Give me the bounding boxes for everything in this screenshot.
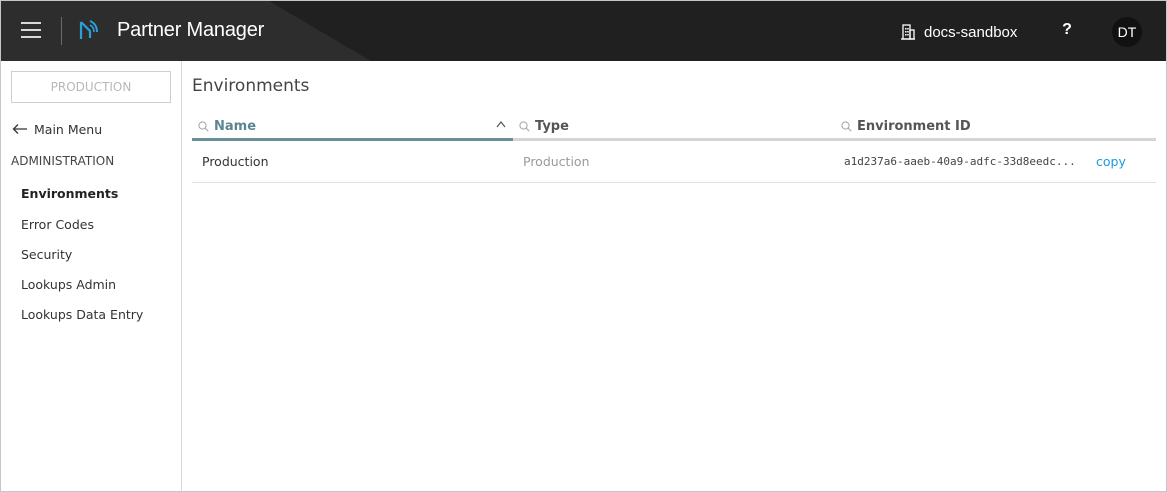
cell-environment-id: a1d237a6-aaeb-40a9-adfc-33d8eedc... <box>844 155 1076 168</box>
copy-link[interactable]: copy <box>1096 142 1126 182</box>
hamburger-menu-icon[interactable] <box>21 22 43 40</box>
cell-name: Production <box>202 154 269 169</box>
search-icon <box>841 120 852 132</box>
arrow-left-icon <box>12 124 27 134</box>
table-row[interactable]: Production Production a1d237a6-aaeb-40a9… <box>192 142 1156 183</box>
column-header-environment-id[interactable]: Environment ID <box>841 111 971 141</box>
column-header-type[interactable]: Type <box>519 111 569 141</box>
column-header-name[interactable]: Name <box>198 111 256 141</box>
search-icon <box>519 120 530 132</box>
org-name: docs-sandbox <box>924 23 1018 41</box>
sort-ascending-icon[interactable] <box>496 120 506 128</box>
sidebar-item-security[interactable]: Security <box>21 247 72 262</box>
environment-select[interactable]: PRODUCTION <box>11 71 171 103</box>
column-label-name: Name <box>214 118 257 134</box>
sidebar-item-lookups-data-entry[interactable]: Lookups Data Entry <box>21 307 143 322</box>
sidebar-item-lookups-admin[interactable]: Lookups Admin <box>21 277 116 292</box>
column-underline-rest <box>513 138 1156 141</box>
column-underline-name <box>192 138 513 141</box>
section-label: ADMINISTRATION <box>11 154 115 168</box>
sidebar: PRODUCTION Main Menu ADMINISTRATION Envi… <box>1 61 182 491</box>
header-divider <box>61 17 62 45</box>
page-title: Environments <box>192 76 310 96</box>
help-icon[interactable]: ? <box>1059 21 1075 43</box>
app-title: Partner Manager <box>117 19 265 41</box>
top-bar: Partner Manager docs-sandbox ? DT <box>1 1 1166 61</box>
app-logo-icon <box>79 20 98 39</box>
sidebar-item-error-codes[interactable]: Error Codes <box>21 217 94 232</box>
user-avatar[interactable]: DT <box>1112 17 1142 47</box>
org-switcher[interactable]: docs-sandbox <box>901 22 1017 42</box>
building-icon <box>901 24 915 40</box>
cell-type: Production <box>523 154 590 169</box>
column-label-type: Type <box>535 118 569 134</box>
search-icon <box>198 120 209 132</box>
main-menu-label: Main Menu <box>34 121 103 137</box>
table-header: Name Type Environment ID <box>192 111 1156 141</box>
main-menu-link[interactable]: Main Menu <box>12 121 102 137</box>
column-label-environment-id: Environment ID <box>857 118 971 134</box>
sidebar-item-environments[interactable]: Environments <box>21 186 118 201</box>
